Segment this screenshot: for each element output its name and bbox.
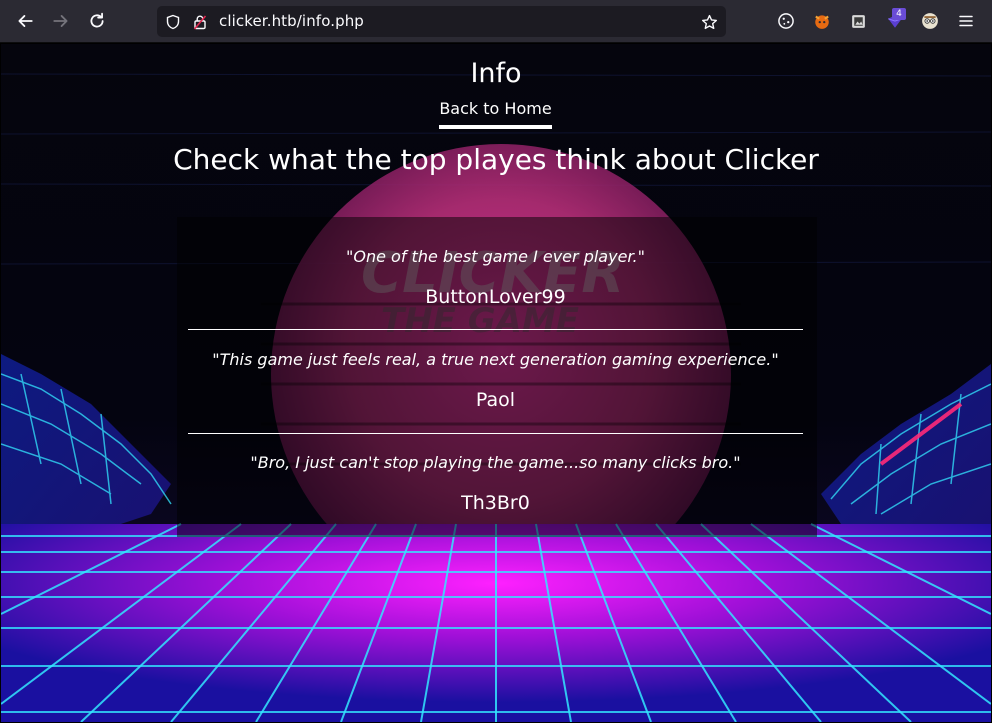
back-icon [18, 15, 33, 27]
divider [188, 433, 803, 434]
back-to-home-link[interactable]: Back to Home [439, 99, 552, 129]
browser-toolbar: clicker.htb/info.php 4 [0, 0, 992, 43]
menu-button[interactable] [955, 10, 977, 32]
review-item: "Bro, I just can't stop playing the game… [188, 453, 803, 514]
reload-icon [90, 12, 104, 28]
reload-button[interactable] [82, 6, 112, 36]
menu-icon [959, 15, 973, 27]
shield-icon[interactable] [163, 12, 183, 32]
review-quote: "One of the best game I ever player." [346, 247, 645, 266]
review-author: Paol [475, 389, 516, 411]
review-author: Th3Br0 [461, 492, 530, 514]
url-text[interactable]: clicker.htb/info.php [219, 12, 364, 30]
forward-icon [53, 15, 68, 27]
extension-badge: 4 [892, 8, 906, 20]
review-author: ButtonLover99 [425, 286, 566, 308]
star-icon[interactable] [699, 12, 719, 32]
url-host: clicker.htb [219, 12, 297, 30]
fox-extension-icon[interactable] [811, 10, 833, 32]
divider [188, 329, 803, 330]
reviews-heading: Check what the top playes think about Cl… [173, 143, 819, 176]
review-item: "One of the best game I ever player." Bu… [188, 247, 803, 308]
lock-icon[interactable] [190, 12, 210, 32]
reviews-panel: "One of the best game I ever player." Bu… [177, 217, 817, 537]
page-title: Info [470, 58, 522, 89]
review-quote: "Bro, I just can't stop playing the game… [250, 453, 741, 472]
avatar-extension-icon[interactable] [919, 10, 941, 32]
page-viewport: CLICKER THE GAME [1, 44, 991, 722]
image-extension-icon[interactable] [847, 10, 869, 32]
review-quote: "This game just feels real, a true next … [212, 350, 779, 369]
forward-button[interactable] [46, 6, 76, 36]
back-button[interactable] [10, 6, 40, 36]
review-item: "This game just feels real, a true next … [188, 350, 803, 411]
cookie-icon[interactable] [775, 10, 797, 32]
url-path: /info.php [296, 12, 364, 30]
url-bar[interactable]: clicker.htb/info.php [157, 6, 726, 37]
